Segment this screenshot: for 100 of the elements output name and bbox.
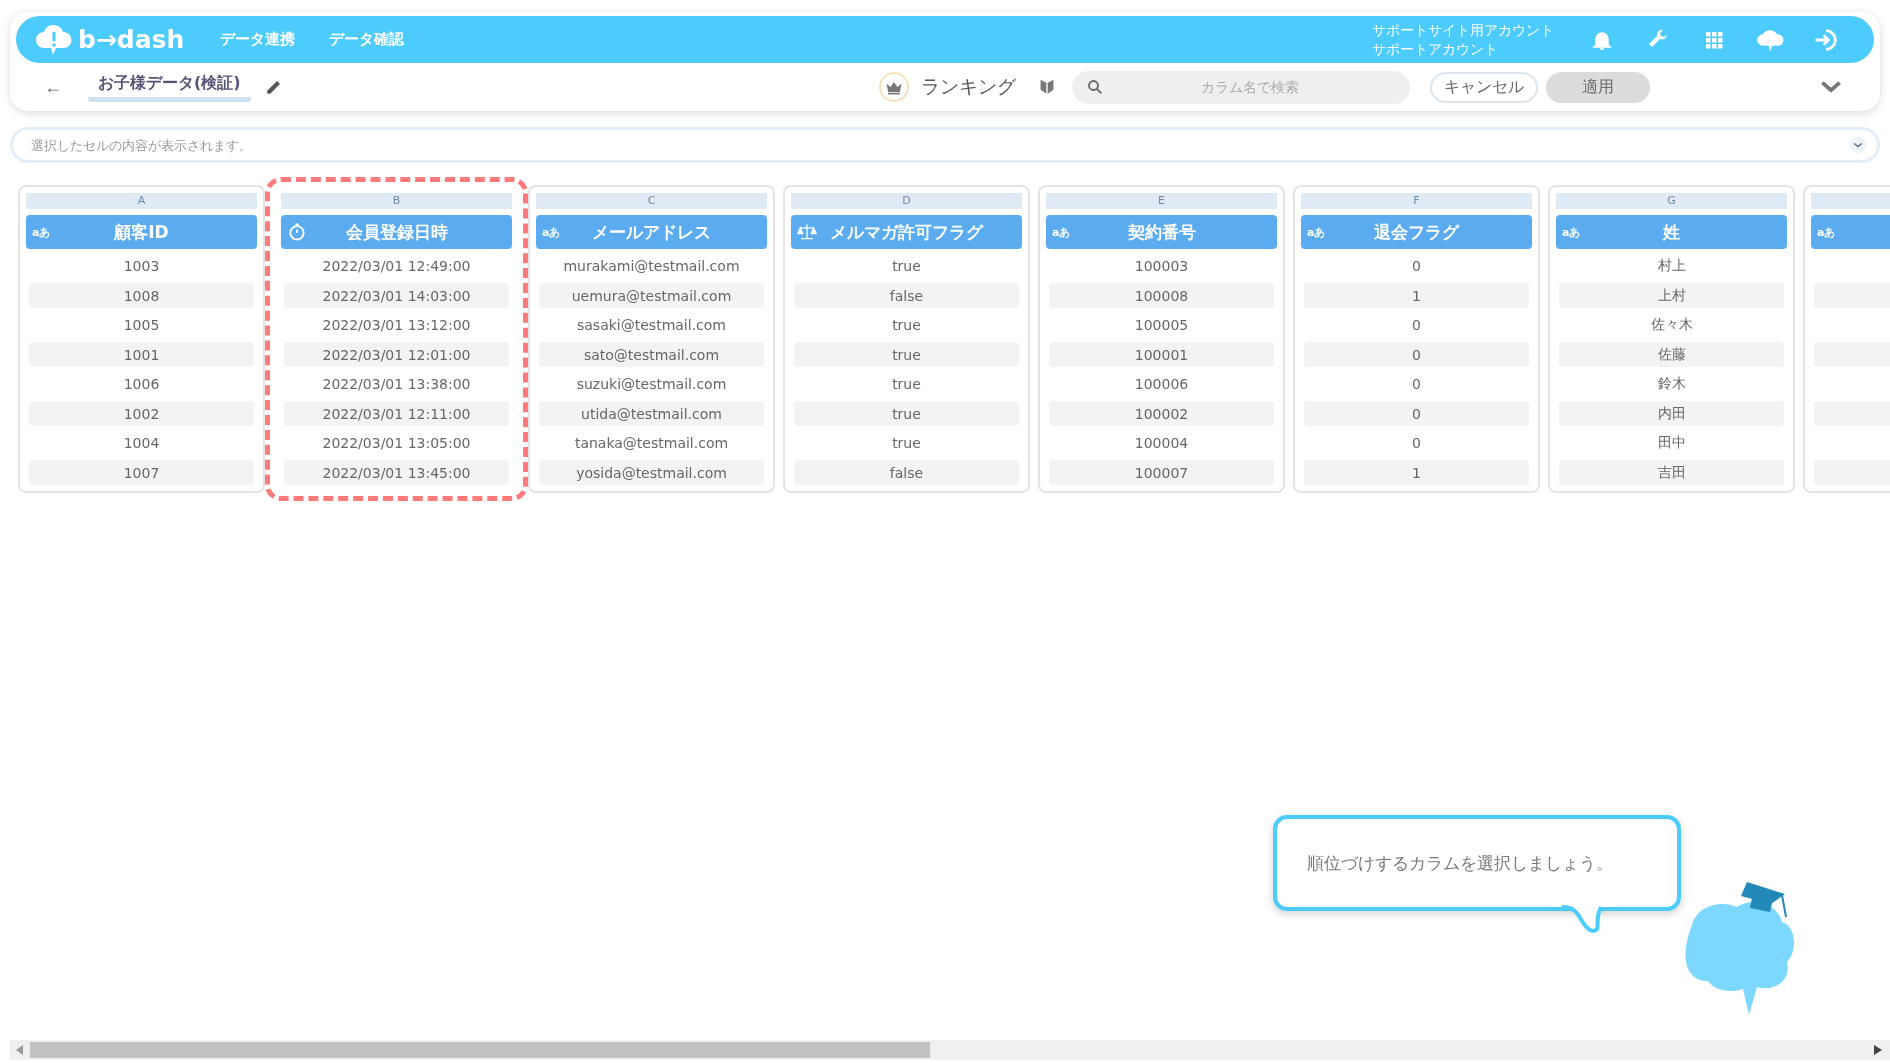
table-cell-text: murakami@testmail.com bbox=[562, 257, 741, 276]
column-letter: B bbox=[281, 193, 512, 209]
column-card[interactable]: D メルマガ許可フラグ true false true true true true true false bbox=[783, 185, 1030, 493]
table-cell: 1007 bbox=[29, 460, 254, 485]
table-cell: 0 bbox=[1304, 401, 1529, 426]
column-header[interactable]: aあ bbox=[1811, 215, 1890, 249]
mode-label: ランキング bbox=[921, 74, 1016, 99]
table-cell: yosida@testmail.com bbox=[539, 460, 764, 485]
table-cell: 2022/03/01 12:01:00 bbox=[284, 342, 509, 367]
logo-text: b→dash bbox=[78, 25, 185, 54]
type-label: aあ bbox=[1562, 224, 1581, 240]
column-header[interactable]: aあ メールアドレス bbox=[536, 215, 767, 249]
chevron-down-icon bbox=[1849, 136, 1867, 154]
column-card[interactable]: F aあ 退会フラグ 0 1 0 0 0 0 0 1 bbox=[1293, 185, 1540, 493]
table-cell-text: 1003 bbox=[122, 257, 161, 276]
search-field[interactable]: カラム名で検索 bbox=[1104, 78, 1396, 96]
table-cell: 2022/03/01 13:45:00 bbox=[284, 460, 509, 485]
table-cell: 1001 bbox=[29, 342, 254, 367]
nav-link[interactable]: データ確認 bbox=[329, 30, 405, 49]
table-cell: false bbox=[794, 283, 1019, 308]
table-cell-text: tanaka@testmail.com bbox=[573, 434, 730, 453]
table-cell-text: 100003 bbox=[1133, 257, 1190, 276]
table-cell-text: sasaki@testmail.com bbox=[576, 316, 727, 335]
horizontal-scrollbar[interactable] bbox=[10, 1040, 1890, 1060]
column-header[interactable]: メルマガ許可フラグ bbox=[791, 215, 1022, 249]
table-cell: 2022/03/01 14:03:00 bbox=[284, 283, 509, 308]
table-cell-text: 2022/03/01 13:12:00 bbox=[321, 316, 472, 335]
column-letter: C bbox=[536, 193, 767, 209]
table-cell: 1 bbox=[1304, 283, 1529, 308]
type-label: aあ bbox=[32, 224, 51, 240]
table-cell: 100001 bbox=[1049, 342, 1274, 367]
stopwatch-icon bbox=[287, 222, 307, 242]
table-cell-text: 1006 bbox=[122, 375, 161, 394]
table-cell: 1 bbox=[1304, 460, 1529, 485]
dataset-title: お子様データ(検証) bbox=[88, 72, 251, 102]
table-cell: true bbox=[794, 342, 1019, 367]
table-cell-text: 100005 bbox=[1133, 316, 1190, 335]
table-cell: 吉田 bbox=[1559, 460, 1784, 485]
column-card[interactable]: B 会員登録日時 2022/03/01 12:49:00 2022/03/01 14:03:00 2022/03/01 13:12:00 2022/03/01 12:01:00 2022/03/01 13:38:00 2022/03/01 12:11:00 2022/03/01 13:05:00 2022/03/01 13:45:00 bbox=[273, 185, 520, 493]
back-button[interactable]: ← bbox=[44, 76, 62, 98]
table-cell: 100007 bbox=[1049, 460, 1274, 485]
table-cell: sato@testmail.com bbox=[539, 342, 764, 367]
type-label: aあ bbox=[1817, 224, 1836, 240]
table-cell-text: true bbox=[891, 375, 922, 394]
column-card[interactable]: G aあ 姓 村上 上村 佐々木 佐藤 鈴木 内田 田中 吉田 bbox=[1548, 185, 1795, 493]
scroll-thumb[interactable] bbox=[30, 1042, 930, 1058]
edit-button[interactable] bbox=[264, 78, 283, 96]
table-cell-text: 鈴木 bbox=[1656, 374, 1687, 393]
nav-link[interactable]: データ連携 bbox=[220, 30, 296, 49]
column-header[interactable]: aあ 契約番号 bbox=[1046, 215, 1277, 249]
column-letter: D bbox=[791, 193, 1022, 209]
account-name: サポートアカウント bbox=[1372, 39, 1499, 59]
search-bar[interactable]: カラム名で検索 bbox=[1072, 70, 1410, 104]
cell-viewer[interactable]: 選択したセルの内容が表示されます。 bbox=[10, 127, 1880, 163]
table-cell: 1008 bbox=[29, 283, 254, 308]
table-cell-text: 田中 bbox=[1656, 433, 1687, 452]
table-cell: uemura@testmail.com bbox=[539, 283, 764, 308]
pencil-icon bbox=[264, 78, 283, 96]
table-cell-text: 0 bbox=[1411, 375, 1422, 394]
column-card[interactable]: A aあ 顧客ID 1003 1008 1005 1001 1006 1002 1004 1007 bbox=[18, 185, 265, 493]
column-letter: A bbox=[26, 193, 257, 209]
cloud-icon bbox=[36, 23, 72, 56]
account-site: サポートサイト用アカウント bbox=[1372, 20, 1554, 40]
column-card[interactable]: C aあ メールアドレス murakami@testmail.com uemura@testmail.com sasaki@testmail.com sato@testmail.com suzuki@testmail.com utida@testmail.com tanaka@testmail.com yosida@testmail.com bbox=[528, 185, 775, 493]
cancel-button[interactable]: キャンセル bbox=[1430, 71, 1538, 103]
table-cell: true bbox=[794, 401, 1019, 426]
hint-bubble: 順位づけするカラムを選択しましょう。 bbox=[1273, 815, 1681, 911]
table-cell: 内田 bbox=[1559, 401, 1784, 426]
column-card[interactable]: E aあ 契約番号 100003 100008 100005 100001 100006 100002 100004 100007 bbox=[1038, 185, 1285, 493]
table-cell: false bbox=[794, 460, 1019, 485]
column-letter: G bbox=[1556, 193, 1787, 209]
table-cell: 2022/03/01 12:11:00 bbox=[284, 401, 509, 426]
column-header[interactable]: aあ 退会フラグ bbox=[1301, 215, 1532, 249]
column-header[interactable]: aあ 顧客ID bbox=[26, 215, 257, 249]
table-cell-text: 100004 bbox=[1133, 434, 1190, 453]
table-cell-text: 2022/03/01 13:05:00 bbox=[321, 434, 472, 453]
column-letter: F bbox=[1301, 193, 1532, 209]
table-cell: utida@testmail.com bbox=[539, 401, 764, 426]
search-icon bbox=[1086, 78, 1104, 96]
column-card[interactable]: aあ bbox=[1803, 185, 1890, 493]
column-header[interactable]: 会員登録日時 bbox=[281, 215, 512, 249]
table-cell-text: 0 bbox=[1411, 316, 1422, 335]
table-cell-text: 2022/03/01 12:49:00 bbox=[321, 257, 472, 276]
type-label: aあ bbox=[1052, 224, 1071, 240]
table-cell-text: 佐々木 bbox=[1649, 315, 1694, 334]
table-cell: 100008 bbox=[1049, 283, 1274, 308]
table-cell: 佐藤 bbox=[1559, 342, 1784, 367]
table-cell-text: 0 bbox=[1411, 257, 1422, 276]
table-cell-text: 1005 bbox=[122, 316, 161, 335]
table-cell-text: suzuki@testmail.com bbox=[575, 375, 728, 394]
scroll-left-icon[interactable] bbox=[16, 1045, 24, 1055]
table-cell-text: true bbox=[891, 316, 922, 335]
table-cell: 1002 bbox=[29, 401, 254, 426]
table-cell-text: 1004 bbox=[122, 434, 161, 453]
table-cell-text: 0 bbox=[1411, 434, 1422, 453]
type-label: aあ bbox=[1307, 224, 1326, 240]
table-cell-text: true bbox=[891, 257, 922, 276]
column-header[interactable]: aあ 姓 bbox=[1556, 215, 1787, 249]
scroll-right-icon[interactable] bbox=[1874, 1045, 1882, 1055]
table-cell-text: true bbox=[891, 434, 922, 453]
